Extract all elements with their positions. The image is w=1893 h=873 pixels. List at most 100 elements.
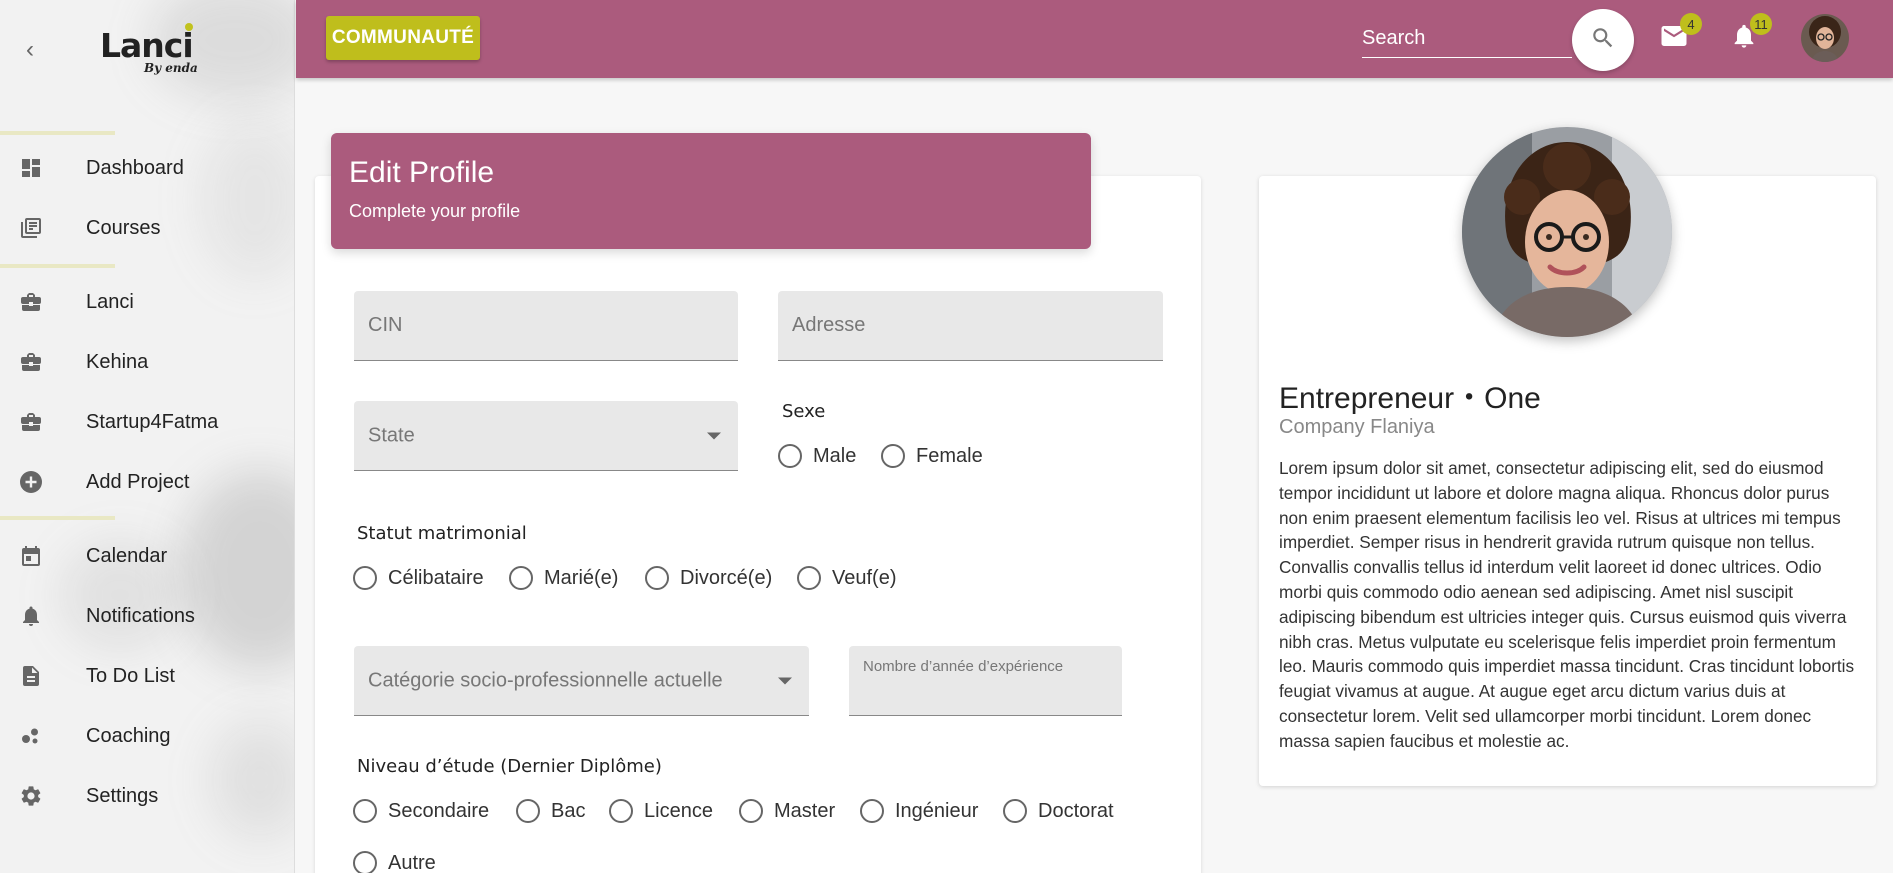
radio-circle[interactable] (1003, 799, 1027, 823)
radio-circle[interactable] (860, 799, 884, 823)
statut-option-celibataire[interactable]: Célibataire (353, 566, 484, 590)
divider (0, 264, 115, 268)
sidebar-item-label: Add Project (86, 470, 190, 493)
state-select-label: State (368, 424, 415, 446)
page-subtitle: Complete your profile (349, 201, 521, 221)
radio-circle[interactable] (778, 444, 802, 468)
radio-circle[interactable] (353, 799, 377, 823)
radio-circle[interactable] (645, 566, 669, 590)
categorie-select-label: Catégorie socio-professionnelle actuelle (368, 669, 723, 691)
experience-field-label: Nombre d’année d’expérience (863, 658, 1064, 675)
niveau-option-autre[interactable]: Autre (353, 851, 436, 873)
divider (0, 131, 115, 135)
calendar-icon (19, 544, 43, 568)
radio-circle[interactable] (516, 799, 540, 823)
sidebar-item-notifications[interactable]: Notifications (0, 594, 294, 638)
sidebar-item-label: Calendar (86, 544, 168, 567)
sidebar-item-dashboard[interactable]: Dashboard (0, 146, 294, 190)
sidebar-item-startup4fatma[interactable]: Startup4Fatma (0, 400, 294, 444)
bubbles-icon (19, 724, 43, 748)
notifications-button[interactable]: 11 (1728, 13, 1772, 54)
radio-label: Autre (388, 851, 436, 873)
niveau-option-licence[interactable]: Licence (609, 799, 713, 823)
briefcase-icon (19, 350, 43, 374)
logo-tagline: By enda (144, 61, 198, 75)
search-icon (1590, 25, 1616, 56)
niveau-option-master[interactable]: Master (739, 799, 835, 823)
search-field[interactable] (1362, 20, 1572, 58)
divider (0, 516, 115, 520)
cin-input[interactable] (354, 291, 738, 360)
mail-count-badge: 4 (1680, 13, 1702, 35)
sidebar-item-lanci[interactable]: Lanci (0, 280, 294, 324)
categorie-select[interactable]: Catégorie socio-professionnelle actuelle (354, 646, 809, 716)
statut-option-divorce[interactable]: Divorcé(e) (645, 566, 772, 590)
radio-circle[interactable] (797, 566, 821, 590)
state-select[interactable]: State (354, 401, 738, 471)
adresse-input[interactable] (778, 291, 1163, 360)
experience-field[interactable]: Nombre d’année d’expérience (849, 646, 1122, 716)
sidebar-item-add-project[interactable]: Add Project (0, 460, 294, 504)
logo: Lanci By enda (100, 23, 210, 86)
sidebar-item-kehina[interactable]: Kehina (0, 340, 294, 384)
statut-option-marie[interactable]: Marié(e) (509, 566, 618, 590)
bell-icon (19, 604, 43, 628)
chevron-down-icon (778, 677, 792, 684)
radio-circle[interactable] (353, 851, 377, 873)
radio-label: Male (813, 444, 857, 467)
gear-icon (19, 784, 43, 808)
search-button[interactable] (1572, 9, 1634, 71)
niveau-option-doctorat[interactable]: Doctorat (1003, 799, 1114, 823)
dashboard-icon (19, 156, 43, 180)
user-avatar[interactable] (1801, 14, 1849, 62)
sidebar-item-label: Notifications (86, 604, 195, 627)
sexe-label: Sexe (782, 401, 826, 422)
profile-name: Entrepreneur・One (1279, 382, 1541, 415)
radio-label: Female (916, 444, 983, 467)
sidebar-item-coaching[interactable]: Coaching (0, 714, 294, 758)
sidebar-item-settings[interactable]: Settings (0, 774, 294, 818)
niveau-option-secondaire[interactable]: Secondaire (353, 799, 489, 823)
sidebar-item-label: Dashboard (86, 156, 184, 179)
profile-avatar (1462, 127, 1672, 337)
radio-circle[interactable] (509, 566, 533, 590)
radio-circle[interactable] (881, 444, 905, 468)
radio-label: Secondaire (388, 799, 490, 822)
sidebar-item-to-do-list[interactable]: To Do List (0, 654, 294, 698)
page-title: Edit Profile (349, 156, 495, 189)
niveau-option-ingenieur[interactable]: Ingénieur (860, 799, 978, 823)
statut-option-veuf[interactable]: Veuf(e) (797, 566, 896, 590)
sidebar-item-label: To Do List (86, 664, 175, 687)
radio-circle[interactable] (739, 799, 763, 823)
sidebar-item-label: Kehina (86, 350, 149, 373)
radio-label: Célibataire (388, 566, 484, 589)
briefcase-icon (19, 290, 43, 314)
sexe-option-female[interactable]: Female (881, 444, 983, 468)
sidebar-item-courses[interactable]: Courses (0, 206, 294, 250)
radio-label: Ingénieur (895, 799, 979, 822)
sidebar: ‹ Lanci By enda Dashboard Courses Lanci … (0, 0, 295, 873)
community-button[interactable]: COMMUNAUTÉ (326, 16, 480, 60)
profile-company: Company Flaniya (1279, 416, 1435, 438)
radio-label: Veuf(e) (832, 566, 897, 589)
niveau-option-bac[interactable]: Bac (516, 799, 585, 823)
sidebar-item-calendar[interactable]: Calendar (0, 534, 294, 578)
briefcase-icon (19, 410, 43, 434)
sidebar-item-label: Courses (86, 216, 161, 239)
cin-field[interactable] (354, 291, 738, 361)
radio-circle[interactable] (609, 799, 633, 823)
radio-label: Master (774, 799, 836, 822)
sidebar-item-label: Lanci (86, 290, 134, 313)
radio-label: Marié(e) (544, 566, 619, 589)
notification-count-badge: 11 (1750, 13, 1772, 35)
search-input[interactable] (1362, 20, 1562, 56)
collapse-sidebar-icon[interactable]: ‹ (26, 38, 46, 62)
sidebar-item-label: Coaching (86, 724, 171, 747)
radio-label: Licence (644, 799, 713, 822)
adresse-field[interactable] (778, 291, 1163, 361)
document-icon (19, 664, 43, 688)
radio-circle[interactable] (353, 566, 377, 590)
top-bar: COMMUNAUTÉ 4 11 (296, 0, 1893, 78)
messages-button[interactable]: 4 (1658, 13, 1702, 54)
sexe-option-male[interactable]: Male (778, 444, 856, 468)
